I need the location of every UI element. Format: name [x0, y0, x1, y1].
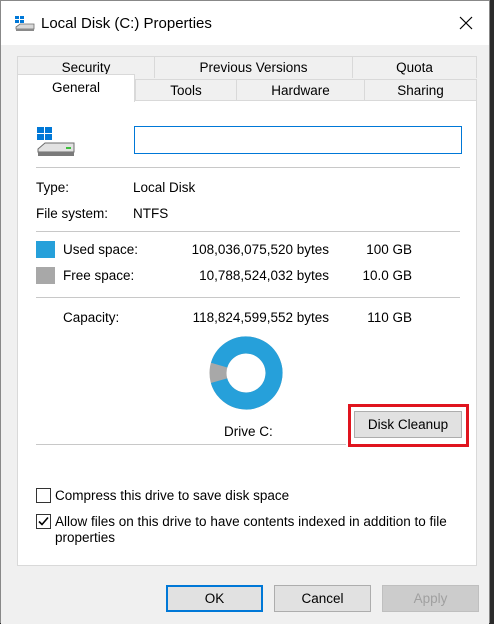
file-system-value: NTFS [133, 206, 169, 221]
free-space-label: Free space: [63, 268, 135, 283]
drive-icon [15, 16, 35, 31]
window-title: Local Disk (C:) Properties [41, 15, 212, 32]
capacity-label: Capacity: [63, 310, 120, 325]
dialog-footer: OK Cancel Apply [1, 576, 489, 624]
capacity-size: 110 GB [367, 310, 412, 325]
type-label: Type: [36, 180, 70, 195]
ok-button[interactable]: OK [166, 585, 263, 612]
file-system-label: File system: [36, 206, 109, 221]
used-space-label: Used space: [63, 242, 139, 257]
close-icon [459, 16, 473, 30]
checkmark-icon [38, 516, 49, 526]
drive-label: Drive C: [224, 424, 273, 439]
type-value: Local Disk [133, 180, 196, 195]
free-space-bytes: 10,788,524,032 bytes [199, 268, 329, 283]
free-space-size: 10.0 GB [362, 268, 412, 283]
divider [36, 167, 460, 168]
tab-previous-versions[interactable]: Previous Versions [154, 56, 353, 78]
index-checkbox[interactable] [36, 514, 51, 529]
compress-label: Compress this drive to save disk space [55, 488, 290, 503]
drive-name-input[interactable] [134, 126, 462, 154]
tab-tools[interactable]: Tools [135, 79, 237, 101]
disk-usage-donut [209, 336, 283, 410]
divider [36, 297, 460, 298]
apply-button[interactable]: Apply [382, 585, 479, 612]
close-button[interactable] [443, 1, 489, 45]
capacity-bytes: 118,824,599,552 bytes [192, 310, 329, 325]
used-space-bytes: 108,036,075,520 bytes [191, 242, 329, 257]
used-space-swatch [36, 241, 55, 258]
divider [36, 231, 460, 232]
cancel-button[interactable]: Cancel [274, 585, 371, 612]
index-label-line2: properties [55, 530, 116, 545]
free-space-swatch [36, 267, 55, 284]
general-panel: Type: Local Disk File system: NTFS Used … [17, 100, 477, 566]
used-space-size: 100 GB [366, 242, 412, 257]
disk-cleanup-button[interactable]: Disk Cleanup [354, 411, 462, 438]
index-label-line1: Allow files on this drive to have conten… [55, 514, 447, 529]
properties-window: Local Disk (C:) Properties Security Prev… [0, 0, 490, 624]
compress-checkbox[interactable] [36, 488, 51, 503]
hard-drive-icon [37, 127, 75, 156]
tab-general[interactable]: General [17, 74, 135, 102]
tab-sharing[interactable]: Sharing [364, 79, 477, 101]
title-bar: Local Disk (C:) Properties [1, 1, 489, 45]
divider [36, 444, 346, 445]
tab-quota[interactable]: Quota [352, 56, 477, 78]
tab-hardware[interactable]: Hardware [236, 79, 365, 101]
